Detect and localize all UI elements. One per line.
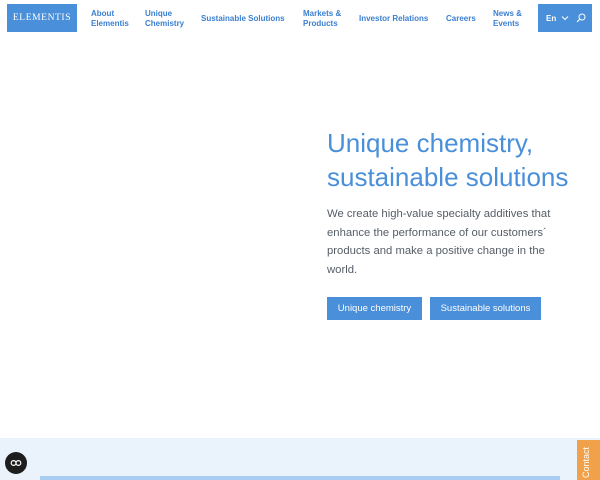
language-selector[interactable]: En: [546, 14, 556, 23]
logo-text: ELEMENTIS: [12, 13, 72, 23]
hero-title: Unique chemistry, sustainable solutions: [327, 128, 569, 192]
nav-careers[interactable]: Careers: [446, 14, 486, 24]
language-search-box: En: [538, 4, 592, 32]
contact-tab[interactable]: Contact: [577, 440, 600, 480]
nav-investor-relations[interactable]: Investor Relations: [359, 14, 441, 24]
nav-about-elementis[interactable]: About Elementis: [91, 9, 139, 29]
chevron-down-icon[interactable]: [561, 15, 569, 21]
cookie-settings-icon[interactable]: [5, 452, 27, 474]
hero-description: We create high-value specialty additives…: [327, 208, 551, 276]
contact-label: Contact: [581, 446, 591, 478]
nav-markets-products[interactable]: Markets & Products: [303, 9, 353, 29]
next-section-band: [0, 438, 600, 480]
nav-news-events[interactable]: News & Events: [493, 9, 533, 29]
section-divider: [40, 476, 560, 480]
search-icon[interactable]: [576, 13, 586, 23]
site-header: ELEMENTIS About Elementis Unique Chemist…: [0, 0, 600, 36]
sustainable-solutions-button[interactable]: Sustainable solutions: [430, 297, 541, 320]
nav-sustainable-solutions[interactable]: Sustainable Solutions: [201, 14, 301, 24]
elementis-logo[interactable]: ELEMENTIS: [7, 4, 77, 32]
unique-chemistry-button[interactable]: Unique chemistry: [327, 297, 422, 320]
nav-unique-chemistry[interactable]: Unique Chemistry: [145, 9, 193, 29]
